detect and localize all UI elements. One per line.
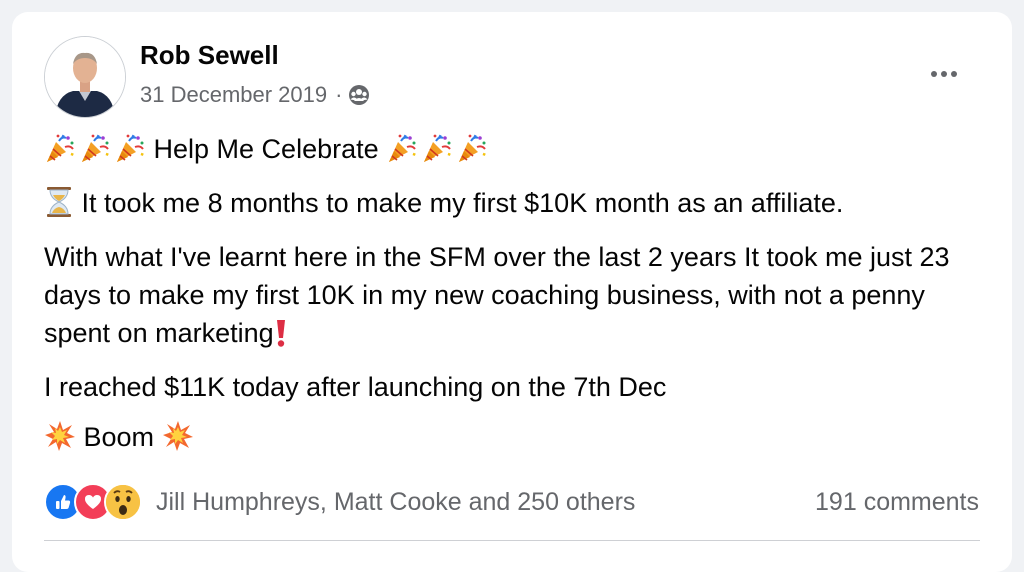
post-line-affiliate: It took me 8 months to make my first $10… [44,184,989,228]
meta-separator: · [335,82,343,107]
party-popper-icon [79,132,111,164]
divider [44,540,980,541]
post-line-celebrate: Help Me Celebrate [44,130,989,168]
post-line-coaching: With what I've learnt here in the SFM ov… [44,238,989,358]
party-popper-icon [386,132,418,164]
party-popper-icons-left [44,132,146,164]
boom-text: Boom [83,422,155,452]
reached-text: I reached $11K today after launching on … [44,372,667,402]
party-popper-icon [44,132,76,164]
celebrate-text: Help Me Celebrate [153,134,379,164]
post-line-reached: I reached $11K today after launching on … [44,368,989,406]
comments-count[interactable]: 191 comments [815,488,979,517]
party-popper-icon [421,132,453,164]
author-name[interactable]: Rob Sewell [140,40,279,71]
more-options-icon[interactable] [924,62,964,86]
avatar[interactable] [44,36,126,118]
post-card: Rob Sewell 31 December 2019 · Help Me Ce… [12,12,1012,572]
post-meta: 31 December 2019 · [140,82,370,108]
reaction-names[interactable]: Jill Humphreys, Matt Cooke and 250 other… [156,488,635,517]
party-popper-icon [456,132,488,164]
coaching-text: With what I've learnt here in the SFM ov… [44,242,950,348]
group-audience-icon[interactable] [348,84,370,106]
collision-icon [162,420,194,462]
reactions-bar: Jill Humphreys, Matt Cooke and 250 other… [44,482,979,522]
party-popper-icon [114,132,146,164]
collision-icon [44,420,76,462]
post-line-boom: Boom [44,418,989,462]
exclamation-icon [274,318,288,358]
post-body: Help Me Celebrate It took me 8 months to… [44,130,989,462]
reaction-icons[interactable] [44,483,142,521]
wow-icon [104,483,142,521]
hourglass-icon [44,186,74,228]
affiliate-text: It took me 8 months to make my first $10… [81,188,844,218]
profile-photo-icon [45,37,125,117]
party-popper-icons-right [386,132,488,164]
post-date[interactable]: 31 December 2019 [140,82,327,108]
